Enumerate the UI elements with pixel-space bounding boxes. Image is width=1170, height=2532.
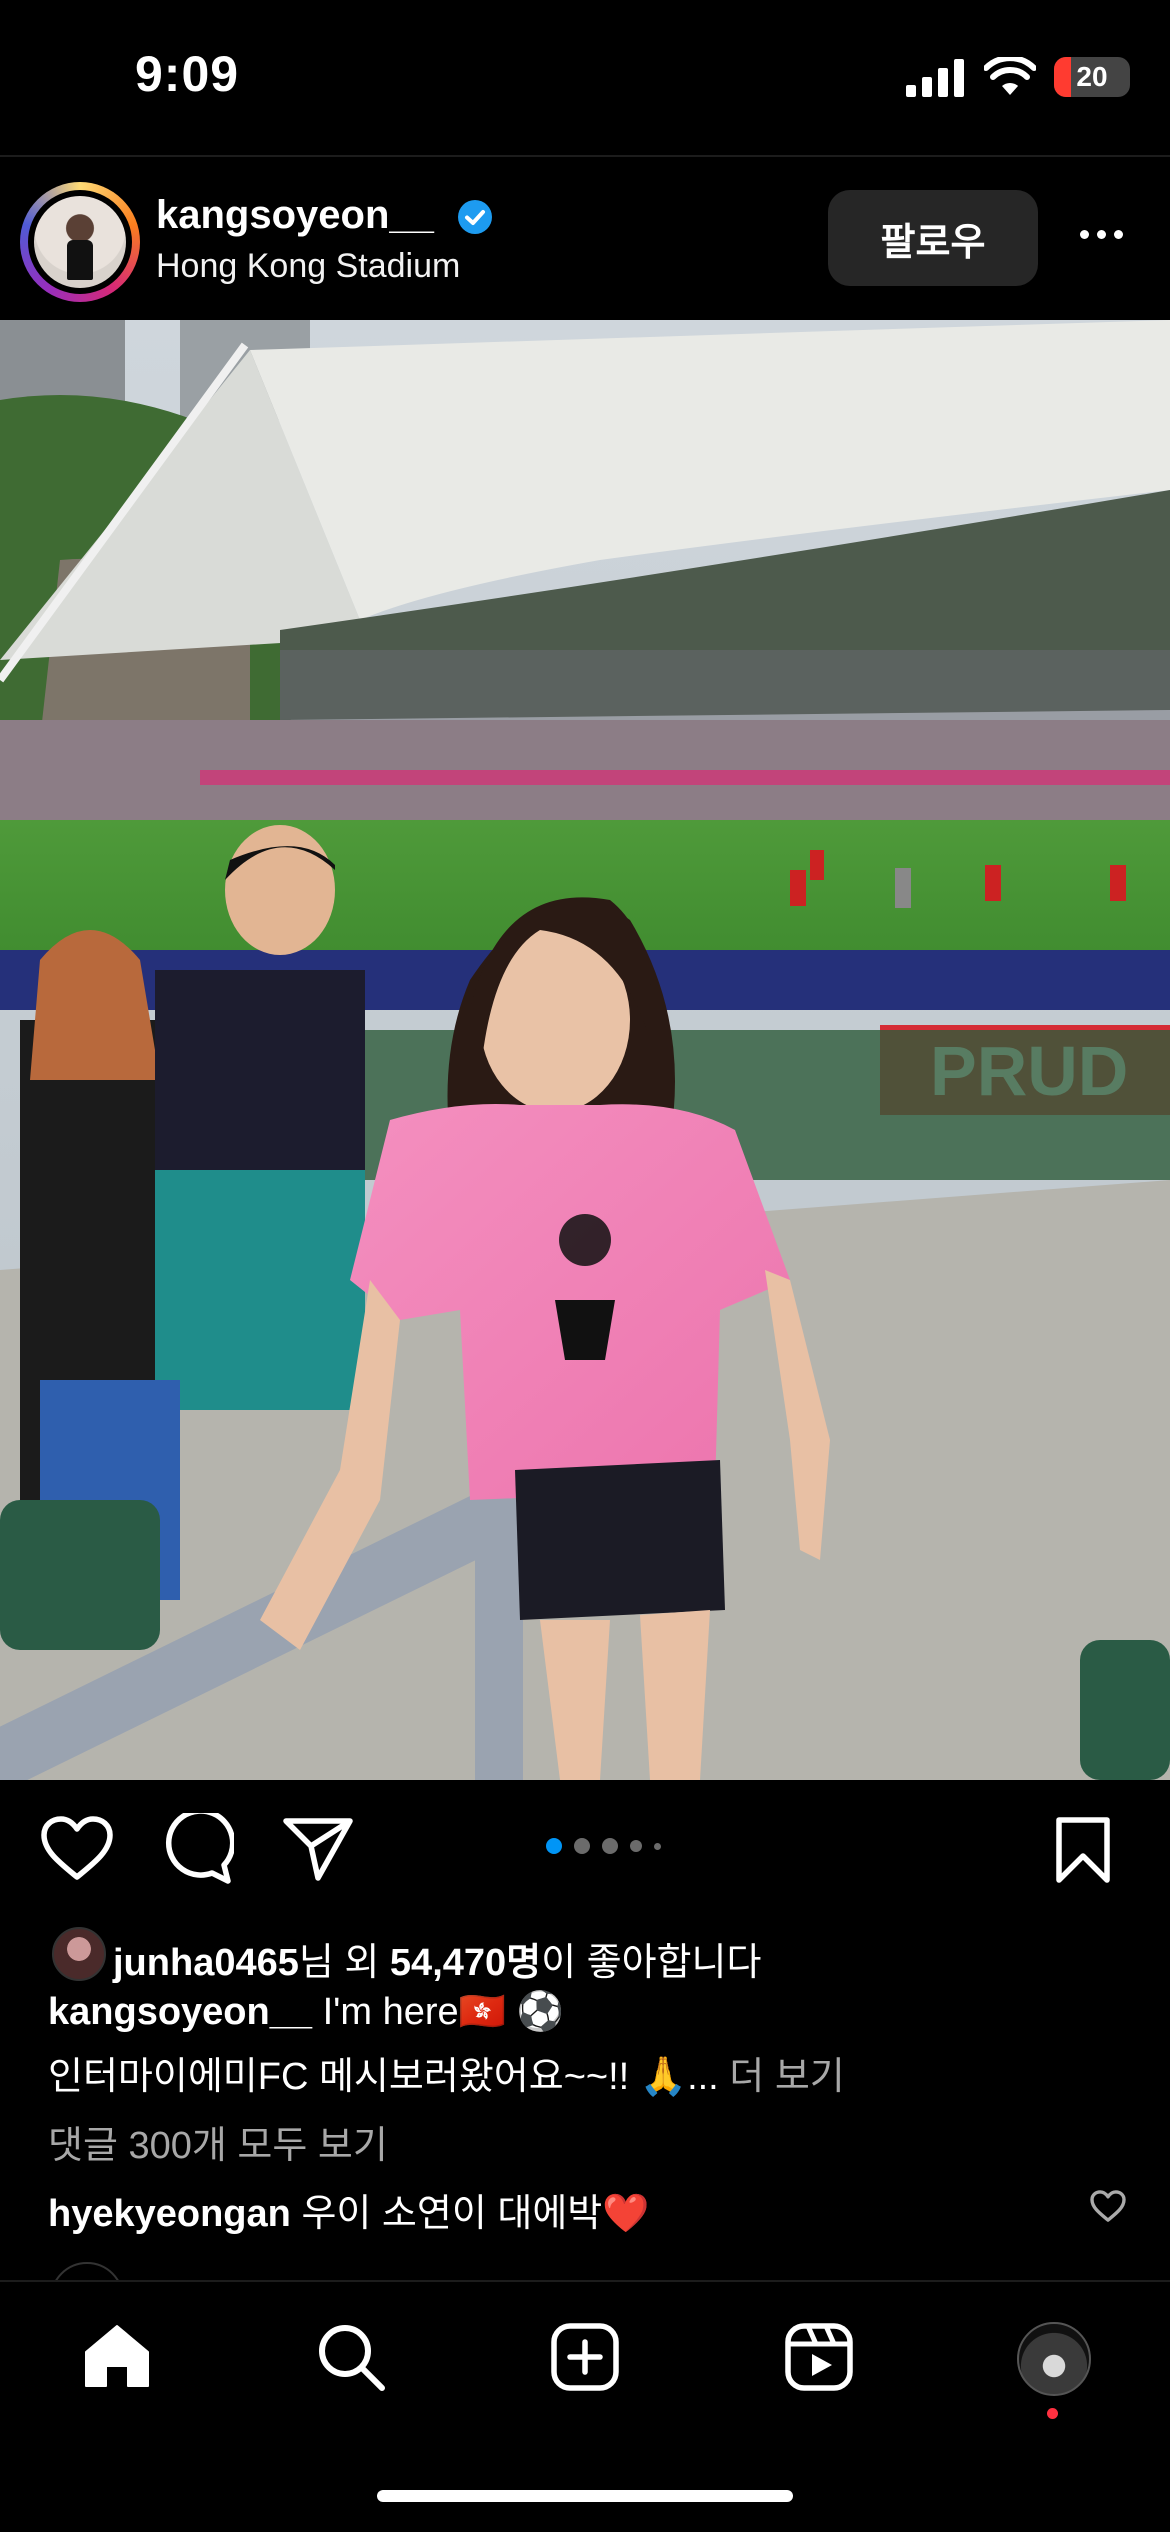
- caption-text-2: 인터마이에미FC 메시보러왔어요~~!! 🙏...: [48, 2056, 730, 2098]
- likes-summary[interactable]: junha0465님 외 54,470명이 좋아합니다: [113, 1931, 761, 1986]
- divider: [0, 155, 1170, 157]
- status-icons: 20: [906, 52, 1130, 102]
- caption-text-1: I'm here🇭🇰 ⚽: [322, 1991, 564, 2033]
- more-link[interactable]: 더 보기: [729, 2056, 844, 2098]
- post-username[interactable]: kangsoyeon__: [156, 193, 434, 238]
- follow-button[interactable]: 팔로우: [828, 190, 1038, 286]
- carousel-dot: [602, 1838, 618, 1854]
- likes-user[interactable]: junha0465: [113, 1942, 299, 1984]
- battery-level: 20: [1076, 61, 1108, 92]
- reels-icon[interactable]: [784, 2322, 854, 2392]
- bookmark-icon[interactable]: [1055, 1816, 1111, 1884]
- carousel-dot: [654, 1842, 661, 1850]
- comment-like-icon[interactable]: [1090, 2190, 1126, 2222]
- carousel-dot: [574, 1838, 590, 1854]
- comment-text: 우이 소연이 대에박❤️: [301, 2193, 650, 2235]
- home-indicator[interactable]: [377, 2490, 793, 2502]
- status-time: 9:09: [135, 46, 240, 102]
- divider: [0, 2280, 1170, 2282]
- share-icon[interactable]: [282, 1816, 354, 1882]
- stadium-photo: PRUD: [0, 320, 1170, 1780]
- search-icon[interactable]: [316, 2322, 386, 2392]
- post-photo[interactable]: PRUD: [0, 320, 1170, 1780]
- likes-avatar[interactable]: [52, 1927, 106, 1981]
- post-location[interactable]: Hong Kong Stadium: [156, 247, 460, 286]
- more-horizontal-icon[interactable]: [1080, 230, 1123, 239]
- create-post-icon[interactable]: [550, 2322, 620, 2392]
- likes-count[interactable]: 54,470명: [390, 1942, 541, 1984]
- avatar[interactable]: [34, 196, 126, 288]
- view-all-comments[interactable]: 댓글 300개 모두 보기: [48, 2114, 388, 2169]
- caption-line-1: kangsoyeon__ I'm here🇭🇰 ⚽: [48, 1990, 564, 2034]
- comment-username[interactable]: hyekyeongan: [48, 2193, 291, 2235]
- carousel-dot-active: [546, 1838, 562, 1854]
- verified-badge-icon: [458, 200, 492, 234]
- likes-suffix-2: 이 좋아합니다: [541, 1942, 762, 1984]
- heart-icon[interactable]: [40, 1815, 114, 1881]
- wifi-icon: [984, 57, 1036, 95]
- profile-avatar[interactable]: [1017, 2322, 1091, 2396]
- cellular-signal-icon: [906, 59, 964, 97]
- carousel-dot: [630, 1840, 642, 1852]
- top-comment: hyekyeongan 우이 소연이 대에박❤️: [48, 2182, 650, 2237]
- battery-low-icon: 20: [1054, 57, 1130, 97]
- carousel-indicator: [546, 1838, 661, 1854]
- caption-line-2: 인터마이에미FC 메시보러왔어요~~!! 🙏... 더 보기: [48, 2045, 845, 2100]
- likes-suffix-1: 님 외: [298, 1942, 390, 1984]
- notification-dot: [1047, 2408, 1058, 2419]
- comment-icon[interactable]: [162, 1813, 234, 1885]
- home-icon[interactable]: [82, 2322, 152, 2390]
- caption-username[interactable]: kangsoyeon__: [48, 1991, 312, 2033]
